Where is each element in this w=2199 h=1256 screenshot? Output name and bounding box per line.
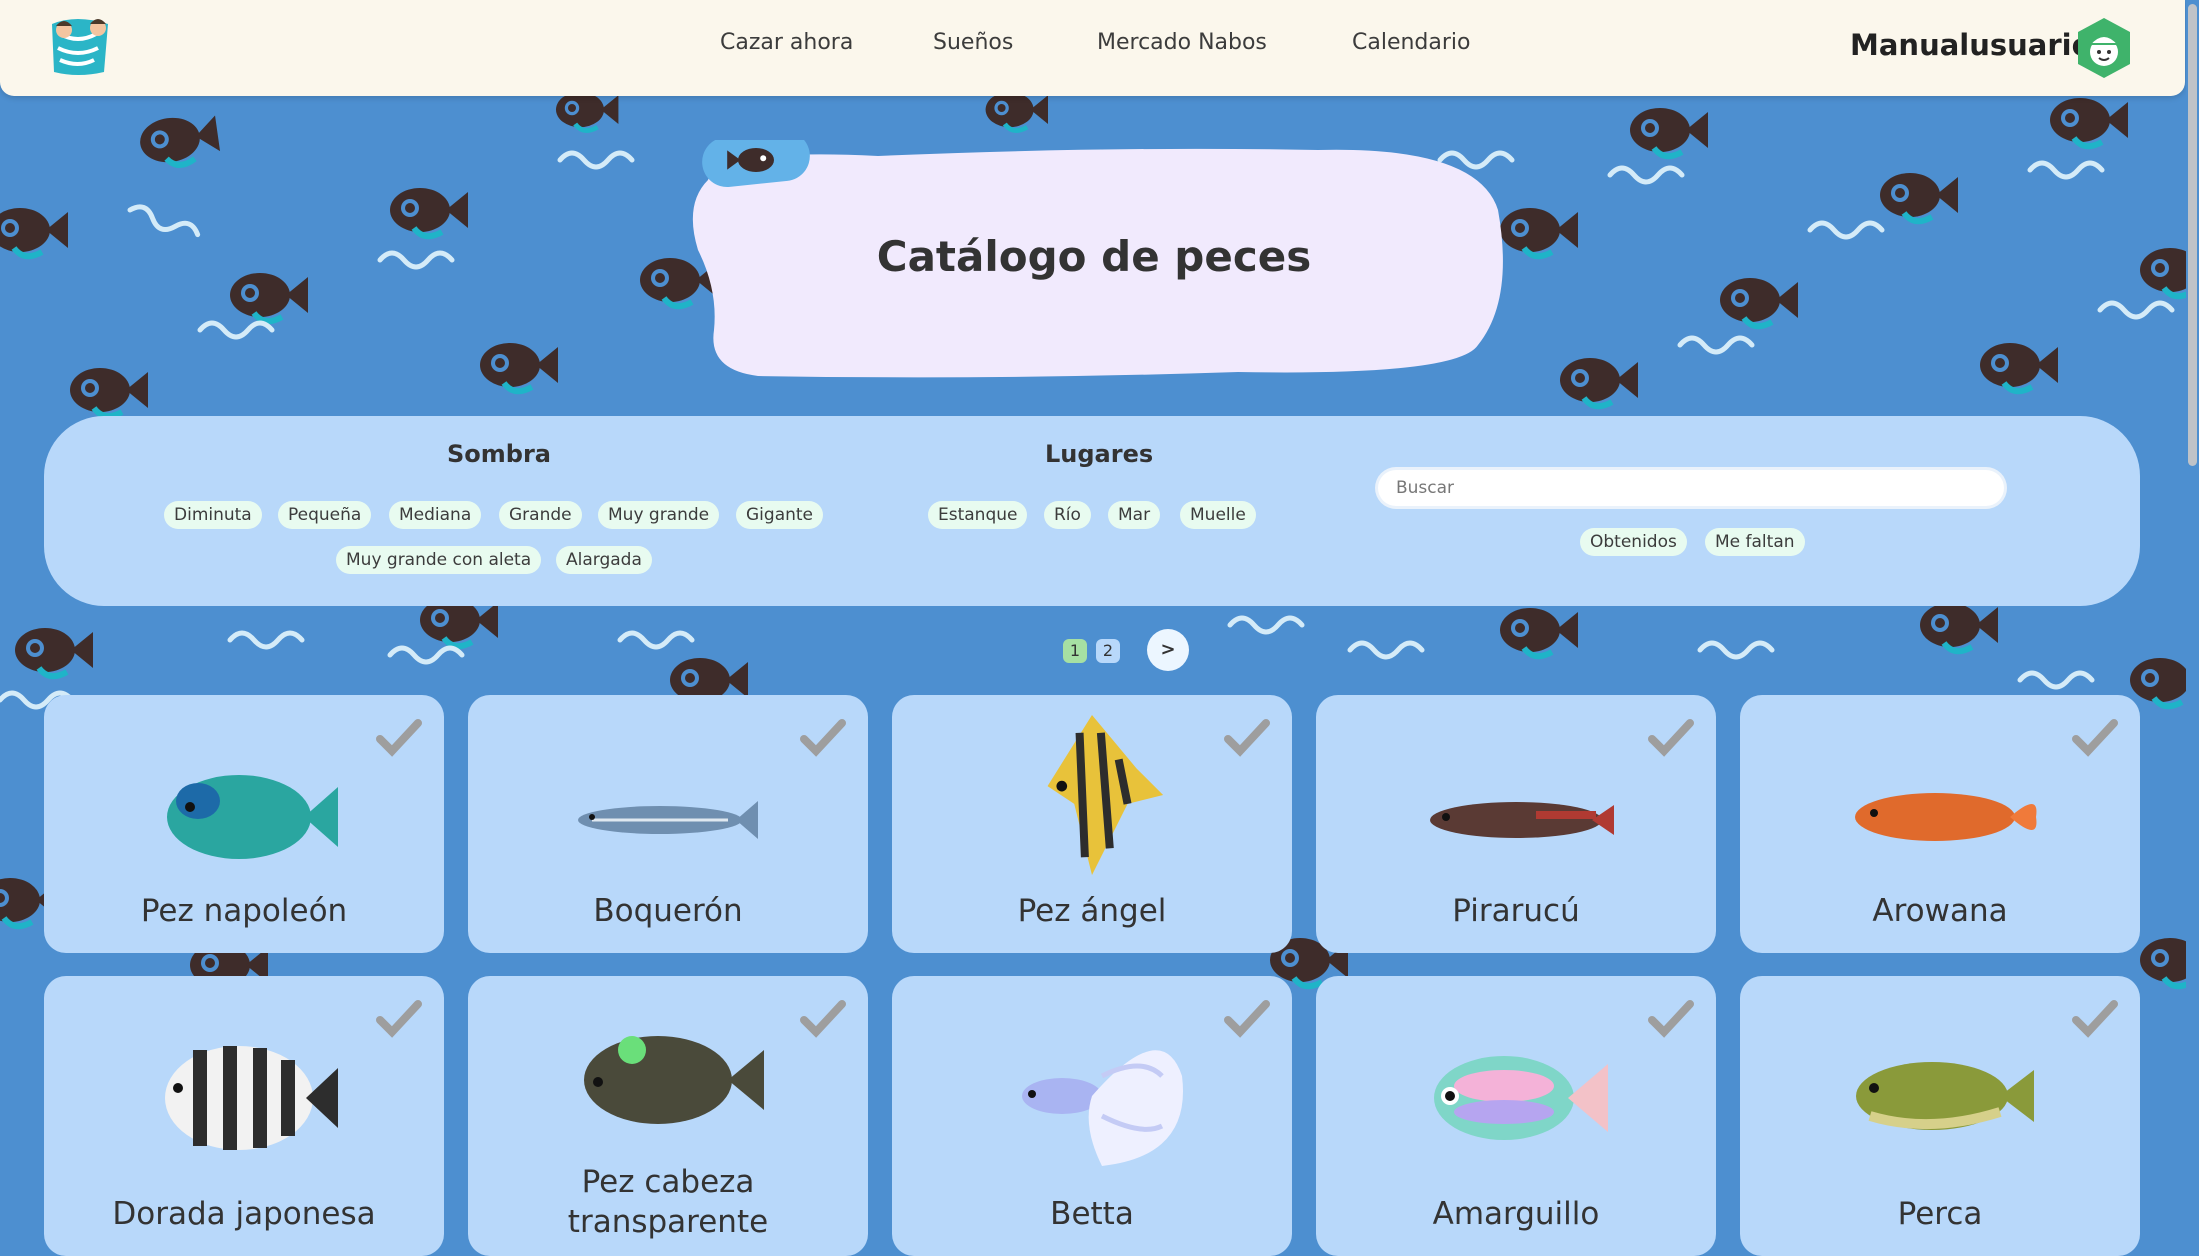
fish-card[interactable]: Amarguillo (1316, 976, 1716, 1256)
chip-place-river[interactable]: Río (1044, 501, 1091, 529)
barreleye-icon (584, 1036, 764, 1124)
arowana-icon (1855, 793, 2037, 841)
barred-knifejaw-icon (165, 1046, 338, 1150)
fish-card[interactable]: Pez ángel (892, 695, 1292, 953)
checkmark-icon[interactable] (800, 998, 846, 1038)
checkmark-icon[interactable] (2072, 717, 2118, 757)
nav-link-calendar[interactable]: Calendario (1352, 30, 1471, 55)
chip-shadow-tiny[interactable]: Diminuta (164, 501, 262, 529)
page-button-2[interactable]: 2 (1096, 639, 1120, 663)
fish-card[interactable]: Boquerón (468, 695, 868, 953)
fish-name: Betta (1050, 1196, 1134, 1232)
shadow-filter-heading: Sombra (447, 440, 551, 468)
fish-card[interactable]: Pez cabeza transparente (468, 976, 868, 1256)
fish-card[interactable]: Pirarucú (1316, 695, 1716, 953)
next-page-button[interactable]: > (1147, 629, 1189, 671)
fish-name: Amarguillo (1432, 1196, 1600, 1232)
fish-name: Perca (1897, 1196, 1983, 1232)
places-filter-heading: Lugares (1045, 440, 1154, 468)
fish-card[interactable]: Betta (892, 976, 1292, 1256)
username[interactable]: Manualusuario (1850, 28, 2092, 62)
checkmark-icon[interactable] (2072, 998, 2118, 1038)
chip-obtained[interactable]: Obtenidos (1580, 528, 1687, 556)
page-scrollbar-thumb[interactable] (2188, 4, 2197, 466)
nav-link-catch-now[interactable]: Cazar ahora (720, 30, 853, 55)
nav-link-turnip-market[interactable]: Mercado Nabos (1097, 30, 1267, 55)
chip-shadow-large[interactable]: Grande (499, 501, 582, 529)
anchovy-icon (578, 801, 758, 839)
page-button-1[interactable]: 1 (1063, 639, 1087, 663)
checkmark-icon[interactable] (1224, 998, 1270, 1038)
user-avatar-icon[interactable] (2072, 16, 2136, 80)
chip-shadow-long[interactable]: Alargada (556, 546, 652, 574)
checkmark-icon[interactable] (376, 717, 422, 757)
search-input[interactable] (1378, 470, 2004, 506)
angelfish-icon (1047, 715, 1164, 875)
fish-card[interactable]: Pez napoleón (44, 695, 444, 953)
chip-shadow-huge[interactable]: Gigante (736, 501, 824, 529)
chip-shadow-very-large[interactable]: Muy grande (598, 501, 720, 529)
arapaima-icon (1430, 802, 1614, 838)
page-title: Catálogo de peces (876, 232, 1312, 281)
checkmark-icon[interactable] (1648, 998, 1694, 1038)
checkmark-icon[interactable] (1224, 717, 1270, 757)
checkmark-icon[interactable] (376, 998, 422, 1038)
chip-place-pier[interactable]: Muelle (1180, 501, 1256, 529)
checkmark-icon[interactable] (800, 717, 846, 757)
fish-card[interactable]: Perca (1740, 976, 2140, 1256)
chip-missing[interactable]: Me faltan (1705, 528, 1805, 556)
chip-shadow-medium[interactable]: Mediana (389, 501, 482, 529)
fish-name: Dorada japonesa (112, 1196, 376, 1232)
fish-name: Pez cabeza transparente (567, 1164, 769, 1240)
napoleon-fish-icon (167, 775, 338, 859)
chip-shadow-small[interactable]: Pequeña (278, 501, 372, 529)
fish-card[interactable]: Arowana (1740, 695, 2140, 953)
chip-shadow-very-large-fin[interactable]: Muy grande con aleta (336, 546, 542, 574)
black-bass-icon (1856, 1062, 2034, 1130)
nav-link-dreams[interactable]: Sueños (933, 30, 1013, 55)
fish-name: Pirarucú (1452, 893, 1580, 929)
checkmark-icon[interactable] (1648, 717, 1694, 757)
betta-icon (1022, 1050, 1183, 1166)
fish-name: Arowana (1872, 893, 2008, 929)
top-navigation-bar: Cazar ahora Sueños Mercado Nabos Calenda… (0, 0, 2185, 96)
fish-name: Pez napoleón (140, 893, 348, 929)
fish-name: Pez ángel (1017, 893, 1167, 929)
fish-name: Boquerón (593, 893, 743, 929)
chip-place-pond[interactable]: Estanque (928, 501, 1028, 529)
fish-card[interactable]: Dorada japonesa (44, 976, 444, 1256)
chip-place-sea[interactable]: Mar (1108, 501, 1161, 529)
bitterling-icon (1434, 1056, 1608, 1140)
